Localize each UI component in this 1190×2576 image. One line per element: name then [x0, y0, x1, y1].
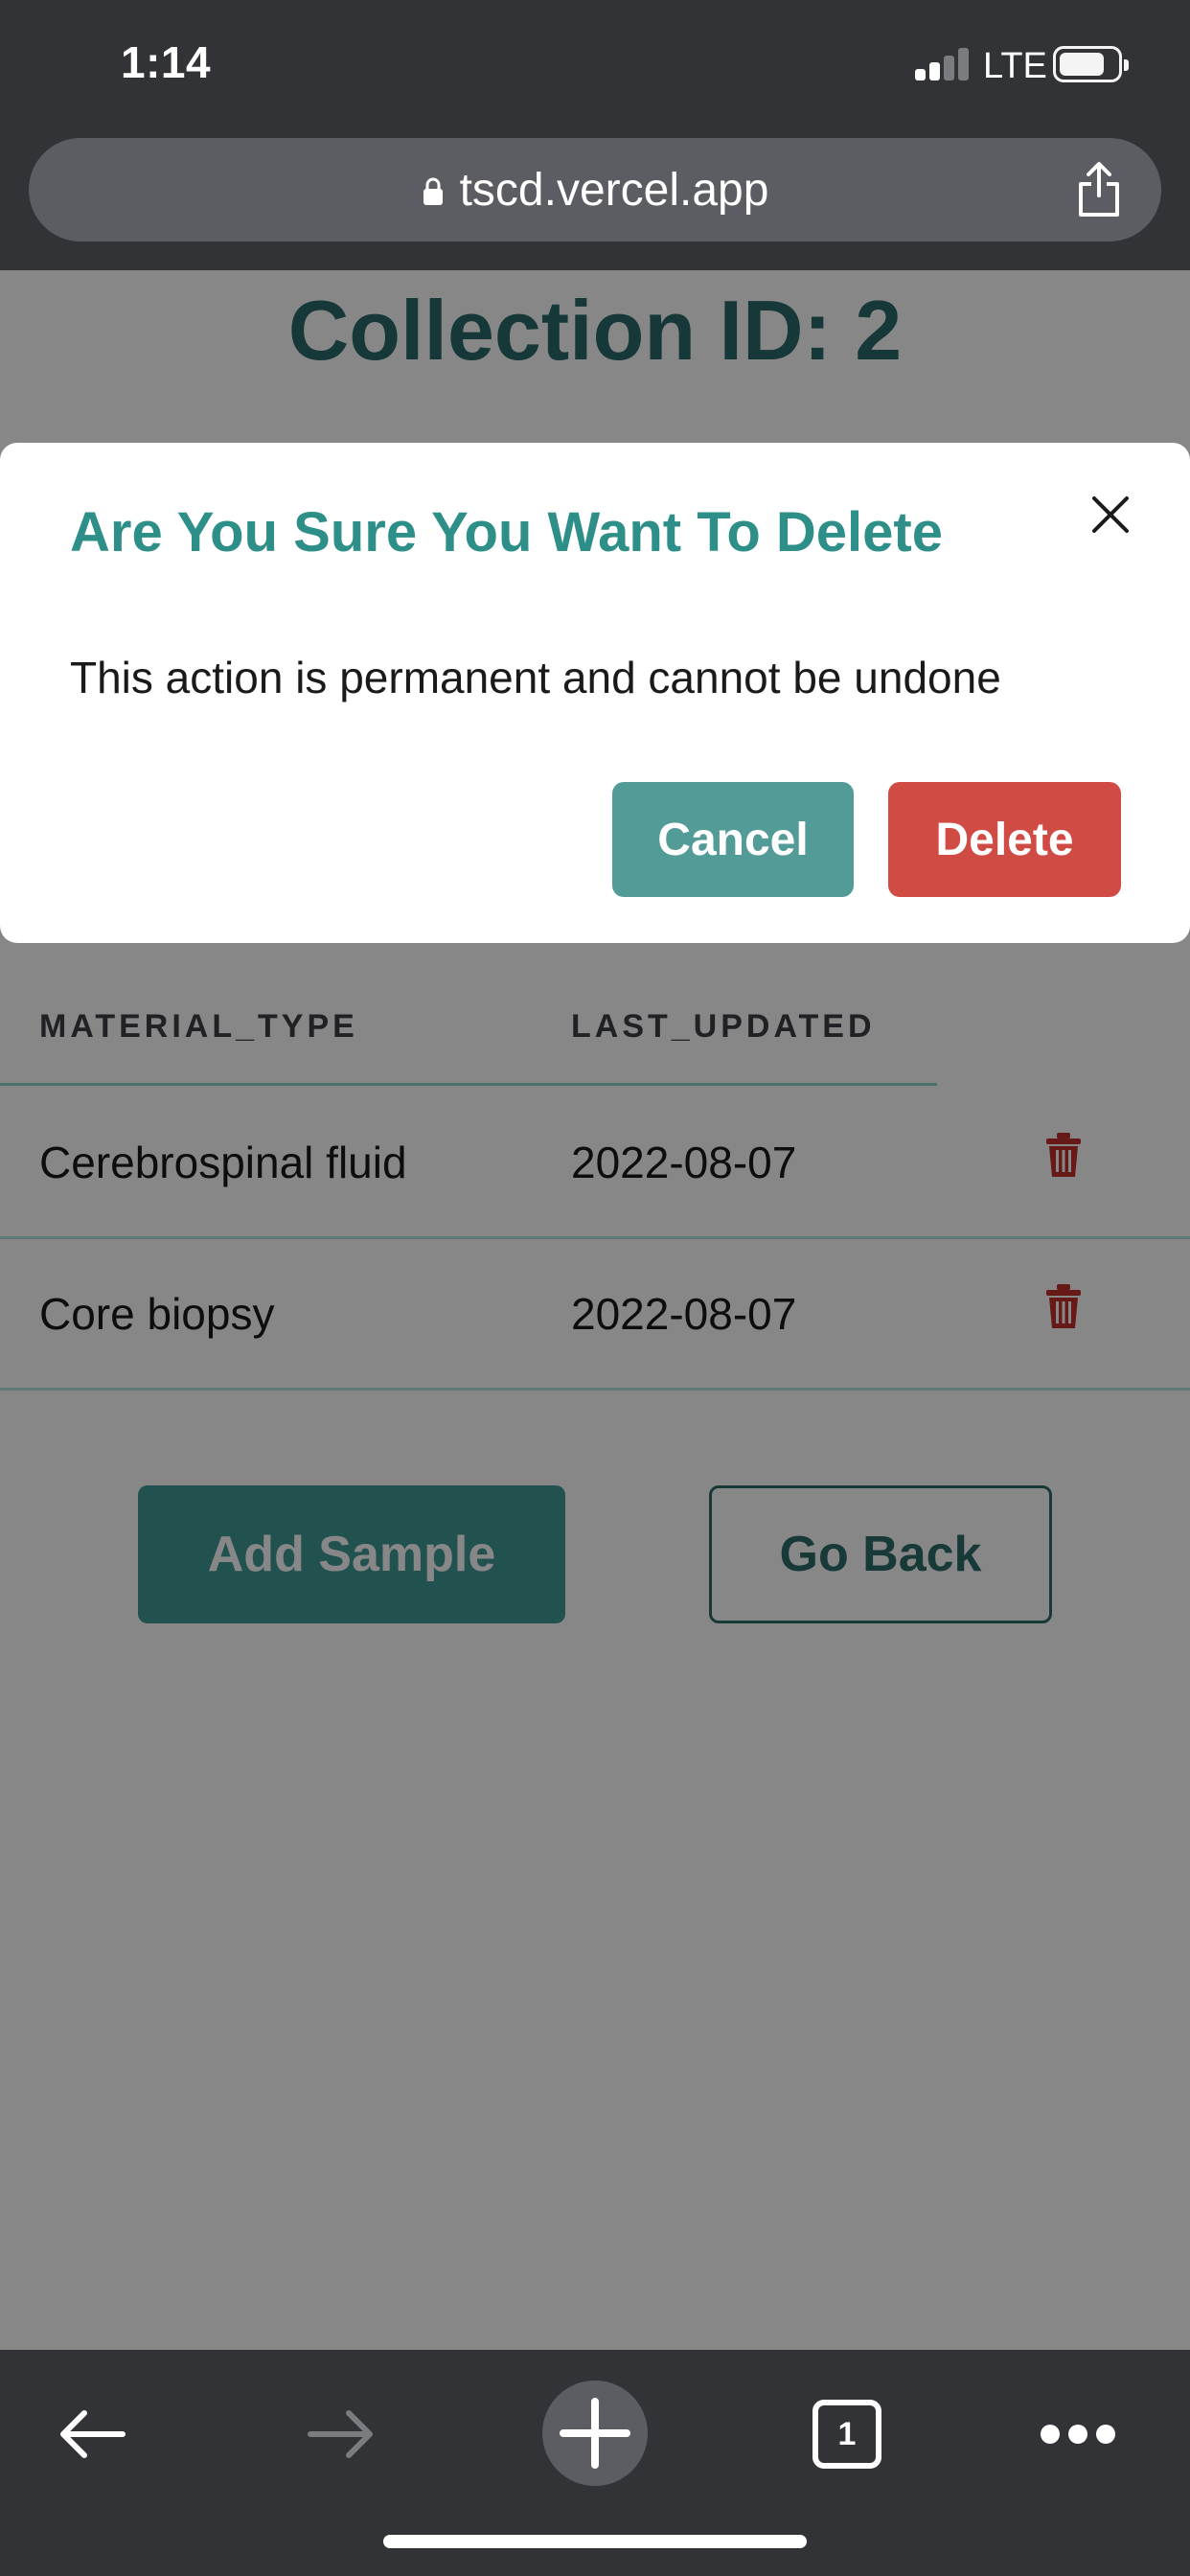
back-arrow-icon[interactable] — [56, 2405, 128, 2463]
dialog-message: This action is permanent and cannot be u… — [70, 653, 1001, 702]
dialog-title: Are You Sure You Want To Delete — [70, 501, 943, 564]
status-time: 1:14 — [121, 37, 212, 87]
new-tab-icon[interactable] — [542, 2380, 648, 2486]
cancel-button[interactable]: Cancel — [612, 782, 854, 897]
delete-confirm-dialog: Are You Sure You Want To Delete This act… — [0, 443, 1190, 943]
tab-switcher-icon[interactable]: 1 — [812, 2400, 881, 2469]
url-text: tscd.vercel.app — [459, 164, 769, 216]
home-indicator — [383, 2535, 807, 2548]
battery-icon — [1053, 46, 1129, 82]
share-icon[interactable] — [1075, 161, 1123, 218]
signal-icon — [915, 48, 969, 80]
lock-icon — [423, 177, 443, 205]
delete-button[interactable]: Delete — [888, 782, 1121, 897]
screen: 1:14 LTE tscd.vercel.app Collection ID: … — [0, 0, 1190, 2576]
status-bar: 1:14 LTE — [0, 0, 1190, 134]
address-bar[interactable]: tscd.vercel.app — [29, 138, 1161, 242]
forward-arrow-icon[interactable] — [305, 2405, 378, 2463]
tab-count: 1 — [837, 2415, 857, 2452]
close-icon[interactable] — [1087, 491, 1134, 539]
more-menu-icon[interactable] — [1039, 2423, 1117, 2446]
network-label: LTE — [983, 46, 1047, 86]
